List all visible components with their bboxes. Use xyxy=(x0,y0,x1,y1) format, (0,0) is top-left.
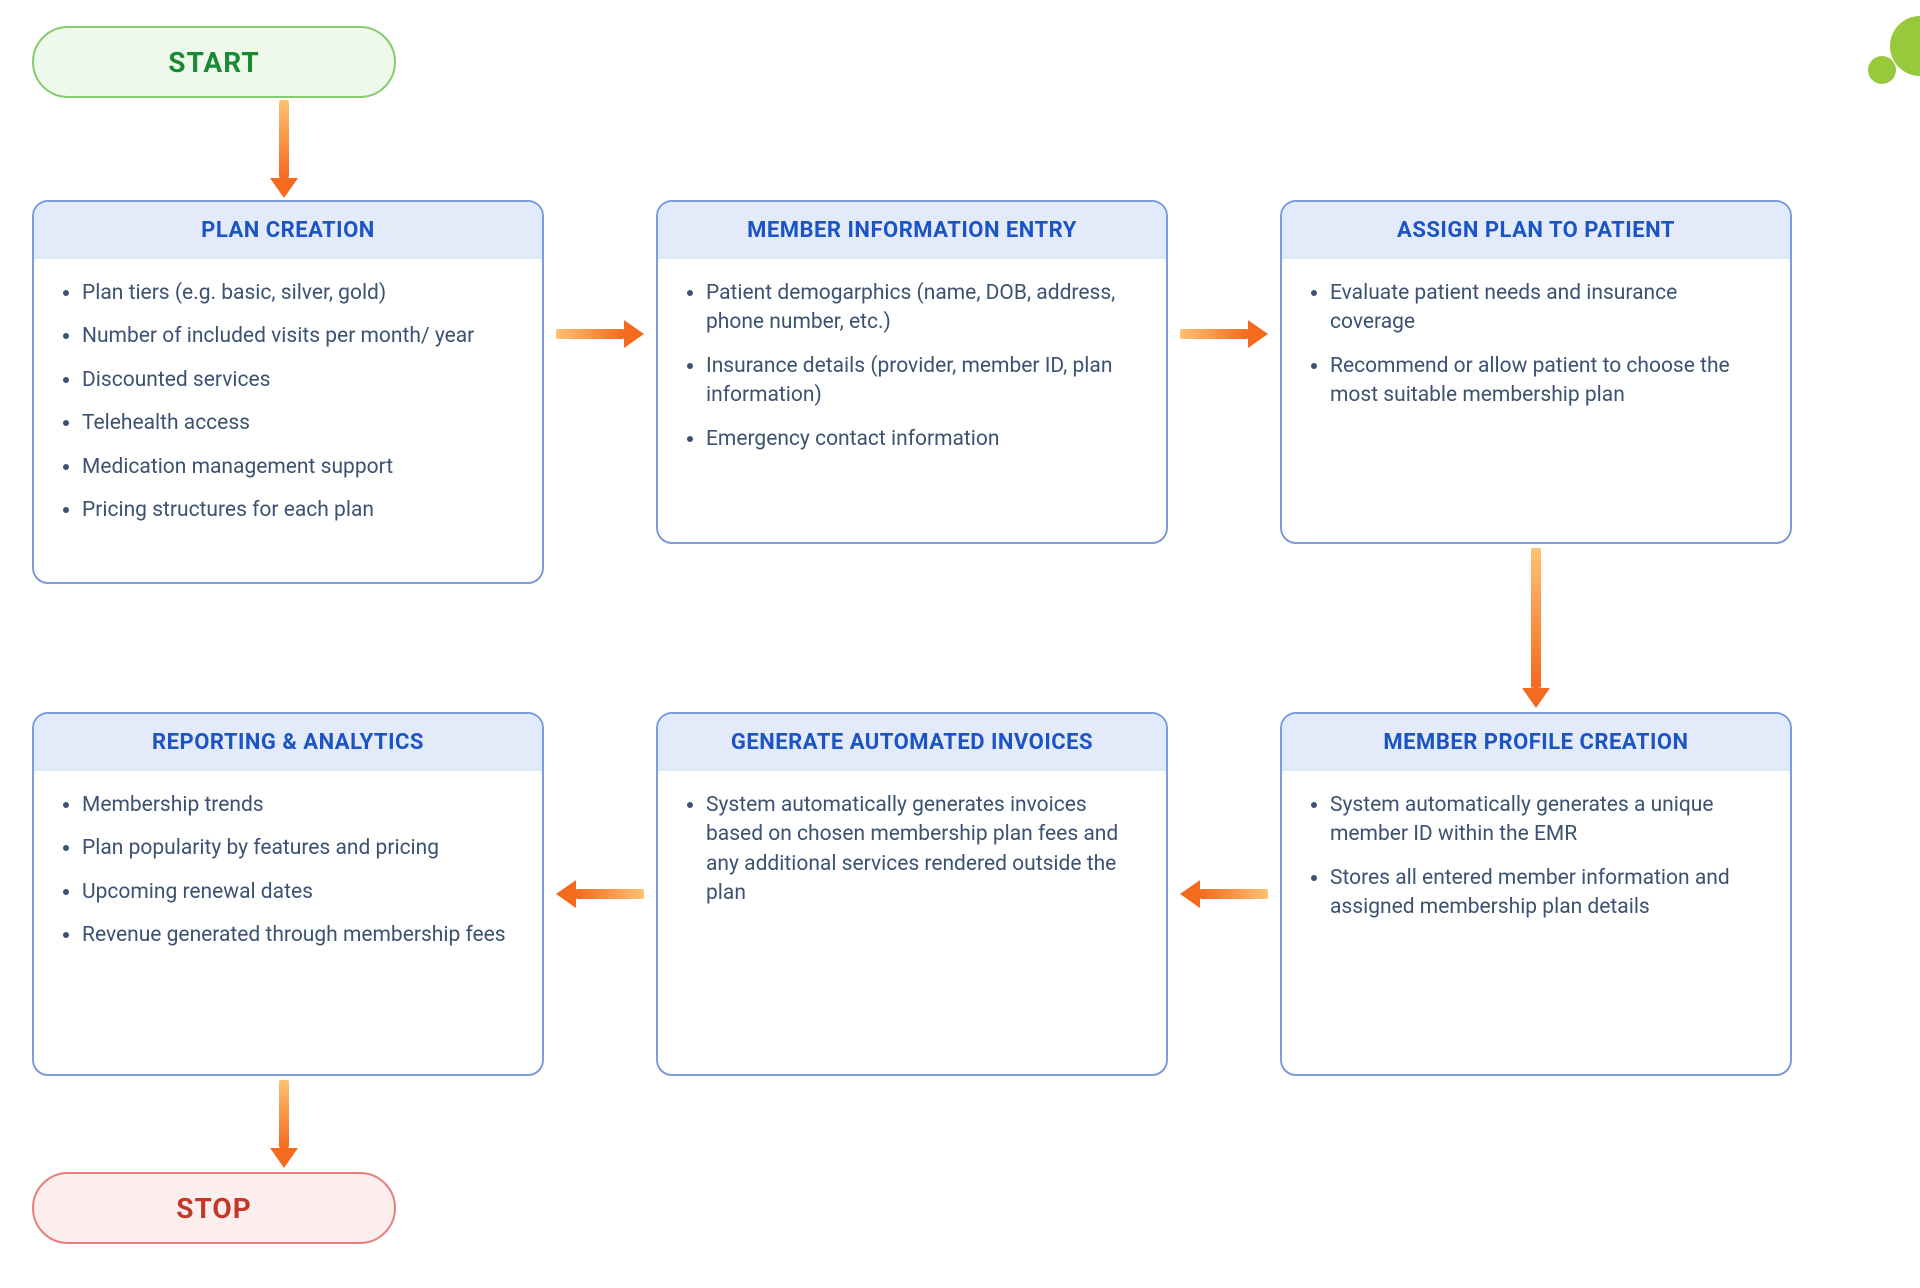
arrow-member-to-assign xyxy=(1180,320,1268,348)
card-list: System automatically generates a unique … xyxy=(1282,771,1790,947)
card-list: System automatically generates invoices … xyxy=(658,771,1166,933)
card-member-profile: MEMBER PROFILE CREATION System automatic… xyxy=(1280,712,1792,1076)
card-plan-creation: PLAN CREATION Plan tiers (e.g. basic, si… xyxy=(32,200,544,584)
card-assign-plan: ASSIGN PLAN TO PATIENT Evaluate patient … xyxy=(1280,200,1792,544)
list-item: System automatically generates a unique … xyxy=(1330,791,1762,850)
arrow-invoices-to-reporting xyxy=(556,880,644,908)
arrow-reporting-to-stop xyxy=(270,1080,298,1168)
stop-terminal: STOP xyxy=(32,1172,396,1244)
list-item: Plan tiers (e.g. basic, silver, gold) xyxy=(82,279,514,308)
card-list: Evaluate patient needs and insurance cov… xyxy=(1282,259,1790,435)
card-list: Plan tiers (e.g. basic, silver, gold) Num… xyxy=(34,259,542,549)
flowchart-canvas: START PLAN CREATION Plan tiers (e.g. bas… xyxy=(0,0,1920,1288)
card-member-info-entry: MEMBER INFORMATION ENTRY Patient demogar… xyxy=(656,200,1168,544)
start-label: START xyxy=(168,46,259,79)
arrow-assign-to-profile xyxy=(1522,548,1550,708)
list-item: Medication management support xyxy=(82,453,514,482)
list-item: Recommend or allow patient to choose the… xyxy=(1330,352,1762,411)
card-title: PLAN CREATION xyxy=(34,202,542,259)
stop-label: STOP xyxy=(176,1192,252,1225)
arrow-start-to-plan xyxy=(270,100,298,198)
list-item: Patient demogarphics (name, DOB, address… xyxy=(706,279,1138,338)
list-item: Upcoming renewal dates xyxy=(82,878,514,907)
card-title: MEMBER INFORMATION ENTRY xyxy=(658,202,1166,259)
list-item: Emergency contact information xyxy=(706,425,1138,454)
list-item: Number of included visits per month/ yea… xyxy=(82,322,514,351)
start-terminal: START xyxy=(32,26,396,98)
card-title: ASSIGN PLAN TO PATIENT xyxy=(1282,202,1790,259)
list-item: Membership trends xyxy=(82,791,514,820)
list-item: Pricing structures for each plan xyxy=(82,496,514,525)
card-list: Patient demogarphics (name, DOB, address… xyxy=(658,259,1166,478)
list-item: Discounted services xyxy=(82,366,514,395)
arrow-plan-to-member xyxy=(556,320,644,348)
list-item: Telehealth access xyxy=(82,409,514,438)
list-item: Revenue generated through membership fee… xyxy=(82,921,514,950)
arrow-profile-to-invoices xyxy=(1180,880,1268,908)
card-reporting: REPORTING & ANALYTICS Membership trends P… xyxy=(32,712,544,1076)
list-item: Stores all entered member information an… xyxy=(1330,864,1762,923)
list-item: Plan popularity by features and pricing xyxy=(82,834,514,863)
card-invoices: GENERATE AUTOMATED INVOICES System autom… xyxy=(656,712,1168,1076)
list-item: Evaluate patient needs and insurance cov… xyxy=(1330,279,1762,338)
card-title: GENERATE AUTOMATED INVOICES xyxy=(658,714,1166,771)
card-title: REPORTING & ANALYTICS xyxy=(34,714,542,771)
list-item: Insurance details (provider, member ID, … xyxy=(706,352,1138,411)
list-item: System automatically generates invoices … xyxy=(706,791,1138,909)
card-title: MEMBER PROFILE CREATION xyxy=(1282,714,1790,771)
card-list: Membership trends Plan popularity by feat… xyxy=(34,771,542,975)
